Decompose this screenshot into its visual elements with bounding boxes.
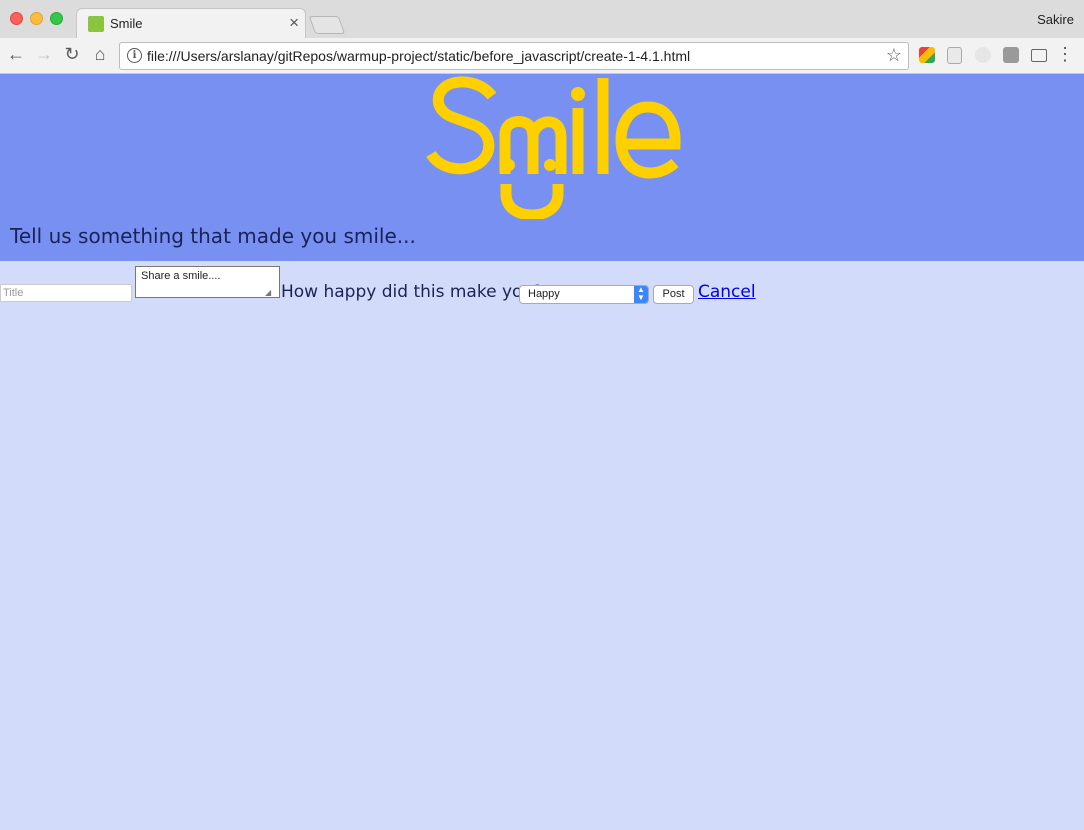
- back-arrow-icon[interactable]: ←: [6, 44, 26, 65]
- smile-logo: [426, 76, 681, 219]
- document-extension-icon[interactable]: [947, 47, 962, 64]
- browser-toolbar: ← → ↻ ⌂ i file:///Users/arslanay/gitRepo…: [0, 38, 1084, 74]
- select-arrows-icon: ▲ ▼: [634, 286, 648, 303]
- cancel-link[interactable]: Cancel: [698, 282, 756, 302]
- tab-title: Smile: [110, 16, 143, 31]
- zoom-window-button[interactable]: [50, 12, 63, 25]
- menu-dots-icon[interactable]: ⋮: [1056, 44, 1074, 65]
- happiness-select[interactable]: Happy ▲ ▼: [519, 285, 649, 304]
- bookmark-star-icon[interactable]: ☆: [886, 45, 902, 66]
- profile-name[interactable]: Sakire: [1037, 12, 1074, 27]
- title-input[interactable]: [0, 284, 132, 302]
- page-banner: Tell us something that made you smile...: [0, 74, 1084, 261]
- browser-tab[interactable]: Smile ×: [76, 8, 306, 39]
- resize-grip-icon[interactable]: ◢: [265, 288, 271, 297]
- home-icon[interactable]: ⌂: [90, 44, 110, 65]
- new-tab-button[interactable]: [308, 16, 346, 34]
- reload-icon[interactable]: ↻: [62, 44, 82, 65]
- post-button[interactable]: Post: [653, 285, 694, 304]
- smile-favicon-icon: [88, 16, 104, 32]
- url-text: file:///Users/arslanay/gitRepos/warmup-p…: [147, 48, 691, 64]
- address-bar[interactable]: i file:///Users/arslanay/gitRepos/warmup…: [119, 42, 909, 70]
- tab-close-icon[interactable]: ×: [289, 13, 299, 33]
- puzzle-extension-icon[interactable]: [1003, 47, 1019, 63]
- info-icon[interactable]: i: [127, 48, 142, 63]
- forward-arrow-icon[interactable]: →: [34, 44, 54, 65]
- cast-icon[interactable]: [1031, 49, 1047, 62]
- close-window-button[interactable]: [10, 12, 23, 25]
- happiness-question-label: How happy did this make you?: [281, 282, 543, 302]
- minimize-window-button[interactable]: [30, 12, 43, 25]
- sync-extension-icon[interactable]: [975, 47, 991, 63]
- page-tagline: Tell us something that made you smile...: [10, 224, 416, 248]
- story-textarea[interactable]: [135, 266, 280, 298]
- browser-tab-strip: Smile × Sakire: [0, 0, 1084, 39]
- happiness-select-value: Happy: [528, 288, 560, 300]
- chrome-extension-icon[interactable]: [919, 47, 935, 63]
